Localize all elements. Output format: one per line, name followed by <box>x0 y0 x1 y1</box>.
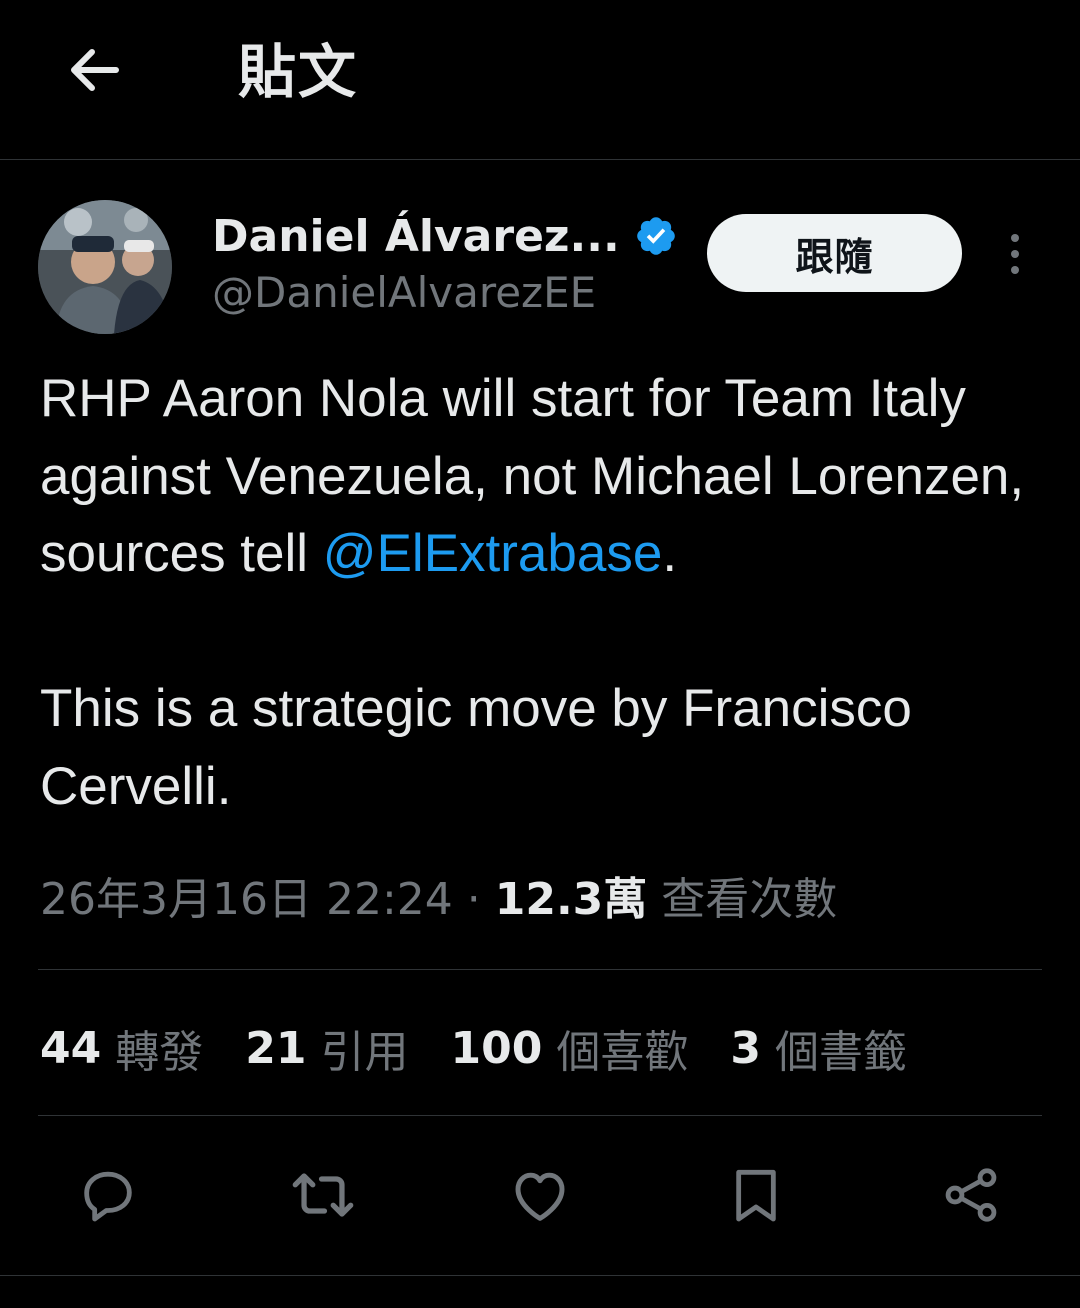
reply-icon <box>84 1171 132 1222</box>
engagement-stats: 44 轉發 21 引用 100 個喜歡 3 個書籤 <box>40 1016 949 1080</box>
divider <box>38 969 1042 970</box>
views-count: 12.3萬 <box>494 874 648 925</box>
page-title: 貼文 <box>238 38 359 106</box>
stat-reposts[interactable]: 44 轉發 <box>40 1016 203 1080</box>
display-name[interactable]: Daniel Álvarez... <box>212 211 620 262</box>
avatar[interactable] <box>38 200 172 334</box>
like-button[interactable] <box>495 1150 585 1240</box>
top-bar: 貼文 <box>0 0 1080 160</box>
stat-likes[interactable]: 100 個喜歡 <box>450 1016 688 1080</box>
stat-quotes[interactable]: 21 引用 <box>245 1016 408 1080</box>
arrow-left-icon <box>71 49 119 91</box>
tweet-meta: 26年3月16日 22:24 · 12.3萬 查看次數 <box>40 874 838 925</box>
reply-button[interactable] <box>63 1150 153 1240</box>
verified-badge-icon <box>634 214 678 258</box>
retweet-button[interactable] <box>278 1150 368 1240</box>
mention-link[interactable]: @ElExtrabase <box>323 524 663 583</box>
follow-button[interactable]: 跟隨 <box>707 214 962 292</box>
timestamp[interactable]: 26年3月16日 22:24 <box>40 874 453 925</box>
more-options-button[interactable] <box>990 222 1040 286</box>
bookmark-button[interactable] <box>711 1150 801 1240</box>
action-bar <box>0 1150 1080 1240</box>
tweet-paragraph: RHP Aaron Nola will start for Team Italy… <box>40 369 1025 583</box>
divider <box>38 1115 1042 1116</box>
bottom-divider <box>0 1275 1080 1276</box>
display-name-row: Daniel Álvarez... <box>212 206 678 266</box>
views-label: 查看次數 <box>661 874 838 925</box>
retweet-icon <box>292 1173 354 1217</box>
share-icon <box>945 1168 997 1222</box>
stat-bookmarks[interactable]: 3 個書籤 <box>730 1016 907 1080</box>
back-button[interactable] <box>52 28 136 112</box>
bookmark-icon <box>736 1169 776 1222</box>
tweet-text: RHP Aaron Nola will start for Team Italy… <box>40 360 1050 825</box>
tweet-paragraph: This is a strategic move by Francisco Ce… <box>40 679 912 816</box>
avatar-photo <box>38 200 172 334</box>
like-icon <box>515 1172 565 1221</box>
more-vertical-icon <box>1011 234 1019 242</box>
user-handle[interactable]: @DanielAlvarezEE <box>212 268 596 317</box>
share-button[interactable] <box>926 1150 1016 1240</box>
